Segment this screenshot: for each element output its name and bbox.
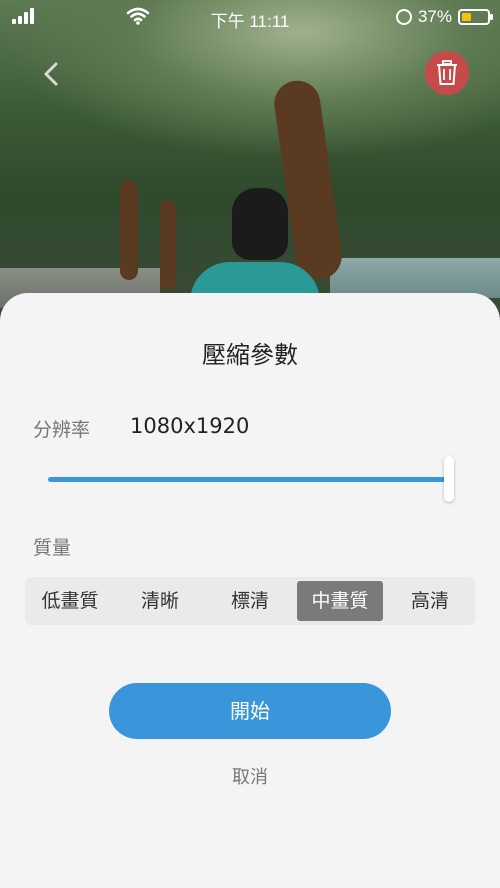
- quality-option[interactable]: 標清: [205, 581, 295, 621]
- status-bar: 下午 11:11 37%: [0, 0, 500, 34]
- resolution-value: 1080x1920: [130, 414, 250, 438]
- quality-option-label: 高清: [410, 590, 449, 612]
- battery-level: [462, 13, 471, 21]
- photo-tree-trunk: [160, 200, 176, 290]
- chevron-left-icon: [44, 62, 58, 86]
- orientation-lock-icon: [395, 9, 412, 25]
- delete-button[interactable]: [425, 51, 469, 95]
- battery-percent: 37%: [417, 7, 452, 26]
- quality-option-label: 中畫質: [311, 590, 369, 612]
- quality-option-label: 標清: [230, 590, 269, 612]
- quality-option-label: 低畫質: [41, 590, 99, 612]
- compression-dialog: 壓縮參數 分辨率 1080x1920 質量 低畫質 清晰 標清 中畫質 高清 開…: [0, 293, 500, 888]
- resolution-slider-thumb[interactable]: [444, 456, 454, 502]
- back-button[interactable]: [38, 60, 66, 88]
- battery-icon: [458, 9, 493, 25]
- quality-option-label: 清晰: [140, 590, 179, 612]
- cancel-button[interactable]: 取消: [0, 763, 500, 789]
- quality-option[interactable]: 低畫質: [25, 581, 115, 621]
- photo-tree-trunk: [120, 180, 138, 280]
- photo-person: [232, 188, 288, 260]
- resolution-slider-track[interactable]: [48, 477, 448, 482]
- trash-icon: [437, 60, 457, 85]
- quality-option[interactable]: 中畫質: [295, 581, 385, 621]
- dialog-title: 壓縮參數: [202, 341, 298, 369]
- quality-option[interactable]: 高清: [385, 581, 475, 621]
- quality-option[interactable]: 清晰: [115, 581, 205, 621]
- resolution-label: 分辨率: [33, 419, 91, 441]
- background-photo: [0, 0, 500, 320]
- quality-label: 質量: [33, 537, 72, 559]
- quality-segmented-control: 低畫質 清晰 標清 中畫質 高清: [25, 577, 475, 625]
- start-button[interactable]: 開始: [109, 683, 391, 739]
- status-right: 37%: [395, 7, 493, 27]
- photo-water: [330, 258, 500, 298]
